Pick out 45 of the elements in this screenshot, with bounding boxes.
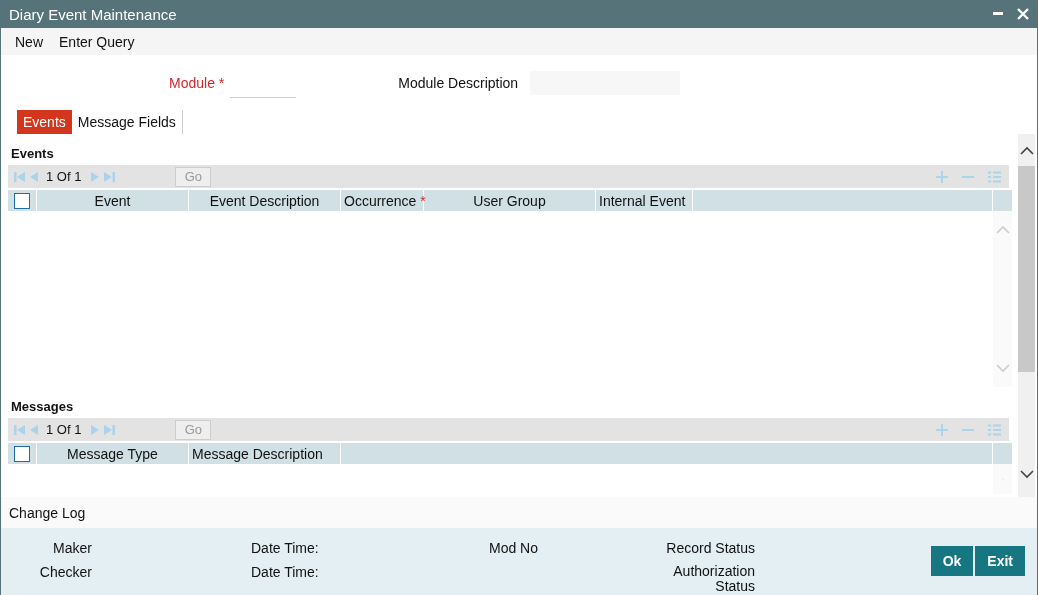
- last-page-icon[interactable]: [103, 423, 116, 436]
- select-all-checkbox[interactable]: [14, 192, 30, 209]
- field-label: Checker: [38, 564, 92, 582]
- field-label: Mod No: [489, 540, 540, 556]
- field-label: Date Time:: [251, 564, 320, 582]
- section-title: Change Log: [1, 497, 1037, 528]
- last-page-icon[interactable]: [103, 170, 116, 183]
- column-header[interactable]: Message Type: [37, 443, 189, 464]
- window-title: Diary Event Maintenance: [9, 5, 178, 23]
- tab[interactable]: Events: [17, 110, 72, 134]
- select-all-checkbox[interactable]: [14, 445, 30, 462]
- scrollbar[interactable]: [1018, 134, 1035, 497]
- field-label: Module Description: [398, 74, 519, 91]
- scroll-up-icon[interactable]: [1019, 145, 1034, 155]
- column-header[interactable]: Internal Event: [596, 190, 693, 211]
- column-header[interactable]: Event Description: [189, 190, 341, 211]
- ok-button[interactable]: Ok: [930, 546, 974, 576]
- field-label: Record Status: [665, 540, 755, 556]
- field-label: Authorization Status: [672, 564, 755, 594]
- field-label: Maker: [52, 540, 92, 556]
- scroll-down-icon[interactable]: [1019, 470, 1034, 479]
- field-label: Module *: [169, 74, 225, 91]
- menu-item[interactable]: New: [7, 33, 51, 50]
- column-header[interactable]: Event: [37, 190, 189, 211]
- add-icon[interactable]: [936, 423, 948, 436]
- page-indicator: 1 Of 1: [46, 169, 82, 184]
- section-title: Messages: [10, 398, 75, 416]
- close-icon[interactable]: [1017, 8, 1029, 20]
- previous-page-icon[interactable]: [28, 423, 40, 436]
- exit-button[interactable]: Exit: [975, 546, 1025, 576]
- first-page-icon[interactable]: [14, 170, 26, 183]
- tab[interactable]: Message Fields: [71, 110, 183, 134]
- previous-page-icon[interactable]: [28, 170, 40, 183]
- list-icon[interactable]: [988, 170, 1001, 183]
- list-icon[interactable]: [988, 423, 1001, 436]
- minimize-icon[interactable]: [993, 12, 1003, 16]
- column-header[interactable]: Occurrence *: [341, 190, 424, 211]
- column-header[interactable]: Message Description: [189, 443, 341, 464]
- menu-item[interactable]: Enter Query: [51, 33, 143, 50]
- field-label: Date Time:: [251, 540, 320, 556]
- section-title: Events: [10, 145, 55, 163]
- add-icon[interactable]: [936, 170, 948, 183]
- column-header[interactable]: User Group: [424, 190, 596, 211]
- page-indicator: 1 Of 1: [46, 422, 82, 437]
- first-page-icon[interactable]: [14, 423, 26, 436]
